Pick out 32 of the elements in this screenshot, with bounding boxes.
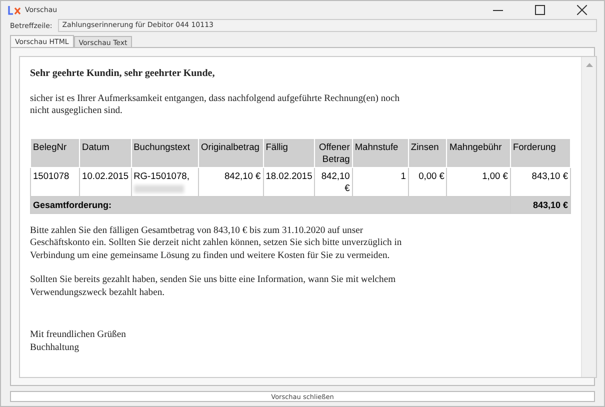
column-header: BelegNr	[30, 138, 80, 167]
column-header: Fällig	[263, 138, 315, 167]
scrollbar[interactable]	[581, 57, 596, 377]
table-cell: 843,10 €	[510, 167, 570, 196]
table-cell: RG-1501078,	[131, 167, 199, 196]
table-cell: 10.02.2015	[80, 167, 132, 196]
closing-text: Mit freundlichen Grüßen Buchhaltung	[30, 329, 127, 354]
table-cell: 1,00 €	[446, 167, 510, 196]
table-cell: 1501078	[30, 167, 80, 196]
app-logo-icon	[8, 5, 21, 15]
column-header: Mahnstufe	[352, 138, 408, 167]
maximize-icon[interactable]	[535, 5, 545, 15]
table-cell: 18.02.2015	[263, 167, 315, 196]
close-icon[interactable]	[577, 5, 587, 15]
table-cell: 0,00 €	[408, 167, 447, 196]
column-header: Forderung	[510, 138, 570, 167]
greeting-text: Sehr geehrte Kundin, sehr geehrter Kunde,	[30, 68, 216, 80]
column-header: Offener Betrag	[314, 138, 352, 167]
column-header: Buchungstext	[131, 138, 199, 167]
column-header: Mahngebühr	[446, 138, 510, 167]
table-cell: 1	[352, 167, 408, 196]
table-cell: 842,10 €	[314, 167, 352, 196]
total-value: 843,10 €	[510, 196, 570, 213]
column-header: Zinsen	[408, 138, 447, 167]
column-header: Originalbetrag	[198, 138, 264, 167]
intro-paragraph: sicher ist es Ihrer Aufmerksamkeit entgangen, dass nachfolgend aufgeführte Rechnung(en) noch nicht ausgeglichen sind.	[30, 92, 400, 118]
table-cell: 842,10 €	[198, 167, 264, 196]
letter-paragraph: Sollten Sie bereits gezahlt haben, senden Sie uns bitte eine Information, wann Sie mit welchem Verwendungszweck bezahlt haben.	[30, 274, 397, 299]
redacted-text	[134, 184, 184, 192]
total-label: Gesamtforderung:	[30, 196, 510, 213]
column-header: Datum	[80, 138, 132, 167]
letter-paragraph: Bitte zahlen Sie den fälligen Gesamtbetrag von 843,10 € bis zum 31.10.2020 auf unser Geschäftskonto ein. Sollten Sie derzeit nicht zahlen können, setzen Sie sich bitte unverzüglich in Verbindung um eine gemeinsame Lösung zu finden und weitere Kosten für Sie zu vermeiden.	[30, 224, 403, 262]
